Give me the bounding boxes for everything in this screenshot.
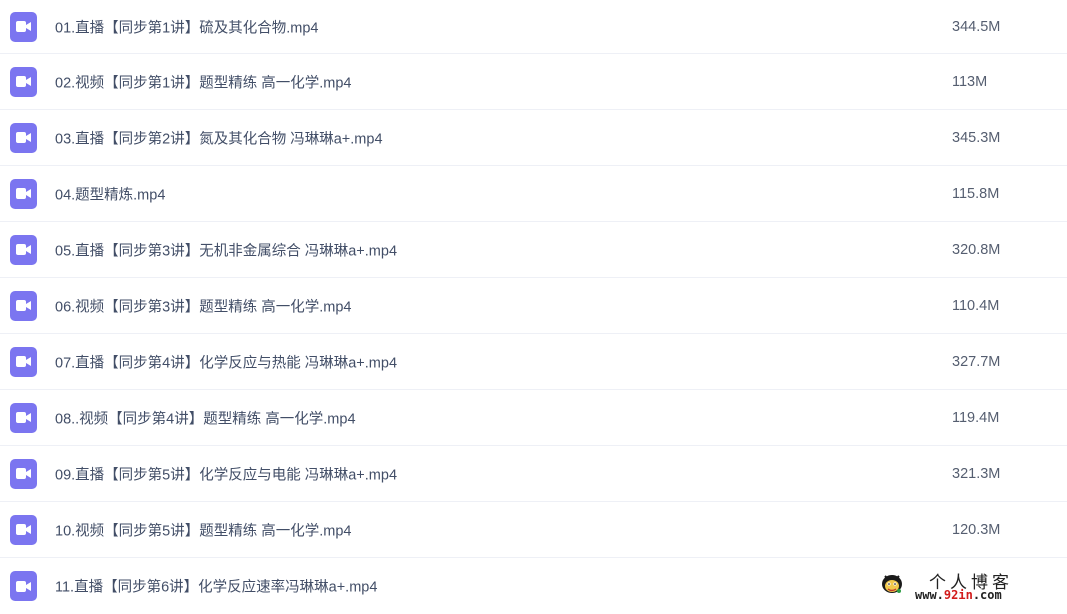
file-name[interactable]: 04.题型精炼.mp4 — [55, 183, 165, 204]
video-file-icon — [10, 178, 37, 209]
file-row[interactable]: 10.视频【同步第5讲】题型精练 高一化学.mp4 120.3M — [0, 502, 1067, 558]
watermark-url-suffix: .com — [972, 588, 1002, 602]
file-size: 321.3M — [952, 465, 1001, 482]
watermark: 个人博客 www.92in.com — [879, 568, 1049, 606]
file-name[interactable]: 02.视频【同步第1讲】题型精练 高一化学.mp4 — [55, 71, 351, 92]
video-file-icon — [10, 234, 37, 265]
watermark-url: www.92in.com — [915, 588, 1002, 602]
video-file-icon — [10, 514, 37, 545]
file-name[interactable]: 08..视频【同步第4讲】题型精练 高一化学.mp4 — [55, 407, 356, 428]
video-file-icon — [10, 458, 37, 489]
file-name[interactable]: 03.直播【同步第2讲】氮及其化合物 冯琳琳a+.mp4 — [55, 127, 383, 148]
file-name[interactable]: 01.直播【同步第1讲】硫及其化合物.mp4 — [55, 16, 318, 37]
file-name[interactable]: 05.直播【同步第3讲】无机非金属综合 冯琳琳a+.mp4 — [55, 239, 397, 260]
file-size: 344.5M — [952, 18, 1001, 35]
file-size: 327.7M — [952, 353, 1001, 370]
video-file-icon — [10, 571, 37, 601]
file-size: 110.4M — [952, 297, 1000, 314]
file-row[interactable]: 05.直播【同步第3讲】无机非金属综合 冯琳琳a+.mp4 320.8M — [0, 222, 1067, 278]
file-size: 120.3M — [952, 521, 1001, 538]
watermark-url-prefix: www. — [915, 588, 944, 602]
file-row[interactable]: 08..视频【同步第4讲】题型精练 高一化学.mp4 119.4M — [0, 390, 1067, 446]
file-name[interactable]: 10.视频【同步第5讲】题型精练 高一化学.mp4 — [55, 519, 351, 540]
video-file-icon — [10, 11, 37, 42]
video-file-icon — [10, 66, 37, 97]
file-row[interactable]: 02.视频【同步第1讲】题型精练 高一化学.mp4 113M — [0, 54, 1067, 110]
file-row[interactable]: 03.直播【同步第2讲】氮及其化合物 冯琳琳a+.mp4 345.3M — [0, 110, 1067, 166]
file-row[interactable]: 09.直播【同步第5讲】化学反应与电能 冯琳琳a+.mp4 321.3M — [0, 446, 1067, 502]
video-file-icon — [10, 122, 37, 153]
file-row[interactable]: 07.直播【同步第4讲】化学反应与热能 冯琳琳a+.mp4 327.7M — [0, 334, 1067, 390]
file-size: 320.8M — [952, 241, 1001, 258]
file-name[interactable]: 07.直播【同步第4讲】化学反应与热能 冯琳琳a+.mp4 — [55, 351, 397, 372]
video-file-icon — [10, 402, 37, 433]
file-name[interactable]: 11.直播【同步第6讲】化学反应速率冯琳琳a+.mp4 — [55, 576, 377, 597]
file-size: 119.4M — [952, 409, 1000, 426]
file-list: 01.直播【同步第1讲】硫及其化合物.mp4 344.5M 02.视频【同步第1… — [0, 0, 1067, 614]
video-file-icon — [10, 346, 37, 377]
file-row[interactable]: 06.视频【同步第3讲】题型精练 高一化学.mp4 110.4M — [0, 278, 1067, 334]
file-name[interactable]: 06.视频【同步第3讲】题型精练 高一化学.mp4 — [55, 295, 351, 316]
file-row[interactable]: 04.题型精炼.mp4 115.8M — [0, 166, 1067, 222]
file-name[interactable]: 09.直播【同步第5讲】化学反应与电能 冯琳琳a+.mp4 — [55, 463, 397, 484]
file-row[interactable]: 01.直播【同步第1讲】硫及其化合物.mp4 344.5M — [0, 0, 1067, 54]
video-file-icon — [10, 290, 37, 321]
file-size: 115.8M — [952, 185, 1000, 202]
file-size: 345.3M — [952, 129, 1001, 146]
file-size: 113M — [952, 73, 988, 90]
watermark-url-highlight: 92in — [943, 588, 973, 602]
cartoon-face-icon — [882, 575, 902, 593]
